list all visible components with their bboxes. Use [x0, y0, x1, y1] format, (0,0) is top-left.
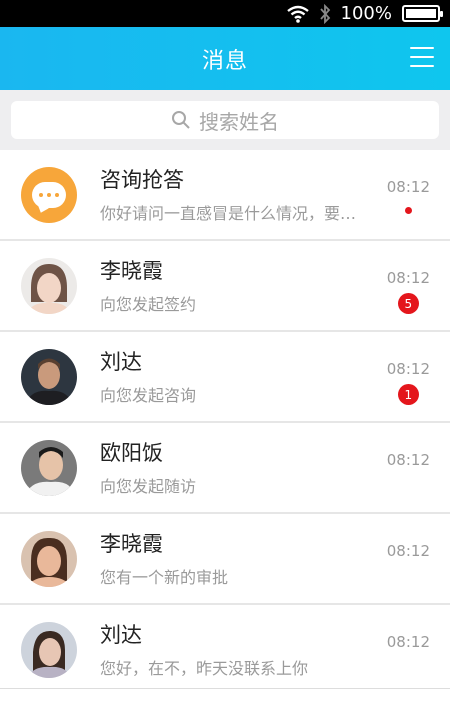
bluetooth-icon — [319, 3, 330, 24]
message-time: 08:12 — [386, 633, 430, 651]
message-preview: 你好请问一直感冒是什么情况，要… — [100, 203, 357, 223]
avatar — [21, 530, 77, 587]
status-bar: 100% — [0, 0, 450, 27]
bottom-tab-bar[interactable] — [0, 688, 450, 701]
chat-bubble-icon — [32, 181, 66, 208]
avatar — [21, 348, 77, 405]
avatar — [21, 257, 77, 314]
message-preview: 向您发起签约 — [100, 294, 197, 314]
message-time: 08:12 — [386, 269, 430, 287]
avatar — [21, 439, 77, 496]
message-list: 咨询抢答 你好请问一直感冒是什么情况，要… 08:12 李晓霞 向您发起签约 0… — [0, 150, 450, 696]
app-header: 消息 — [0, 27, 450, 90]
search-input[interactable]: 搜索姓名 — [11, 101, 439, 139]
message-preview: 向您发起随访 — [100, 476, 197, 496]
unread-badge: 1 — [397, 384, 419, 405]
page-title: 消息 — [201, 48, 248, 74]
consult-avatar — [21, 166, 77, 223]
wifi-icon — [286, 5, 309, 23]
battery-percent: 100% — [340, 3, 392, 24]
message-item[interactable]: 刘达 向您发起咨询 08:12 1 — [0, 332, 450, 423]
search-area: 搜索姓名 — [0, 90, 450, 150]
message-item[interactable]: 刘达 您好，在不，昨天没联系上你 08:12 — [0, 605, 450, 696]
message-preview: 向您发起咨询 — [100, 385, 197, 405]
message-item[interactable]: 咨询抢答 你好请问一直感冒是什么情况，要… 08:12 — [0, 150, 450, 241]
search-icon — [172, 111, 190, 129]
message-item[interactable]: 李晓霞 向您发起签约 08:12 5 — [0, 241, 450, 332]
message-item[interactable]: 李晓霞 您有一个新的审批 08:12 — [0, 514, 450, 605]
message-preview: 您好，在不，昨天没联系上你 — [100, 658, 309, 678]
message-time: 08:12 — [386, 360, 430, 378]
message-time: 08:12 — [386, 451, 430, 469]
menu-icon[interactable] — [410, 47, 434, 67]
unread-badge: 5 — [397, 293, 419, 314]
message-time: 08:12 — [386, 178, 430, 196]
search-placeholder: 搜索姓名 — [199, 109, 279, 134]
avatar — [21, 621, 77, 678]
message-time: 08:12 — [386, 542, 430, 560]
unread-dot — [404, 207, 412, 214]
battery-icon — [402, 5, 443, 22]
message-item[interactable]: 欧阳饭 向您发起随访 08:12 — [0, 423, 450, 514]
message-preview: 您有一个新的审批 — [100, 567, 229, 587]
